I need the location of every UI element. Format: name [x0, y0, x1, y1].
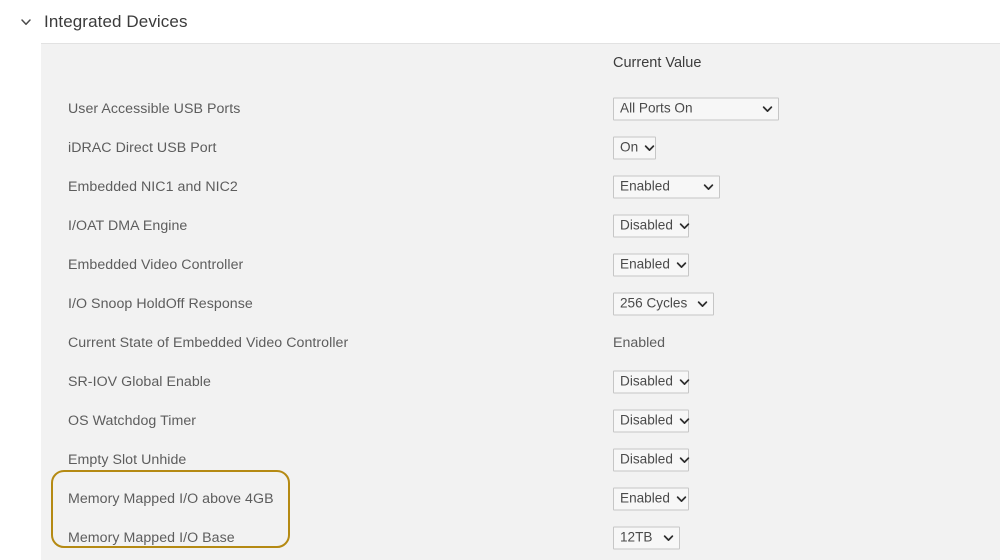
setting-control: All Ports On [613, 97, 779, 120]
settings-rows: User Accessible USB Ports All Ports On i… [41, 89, 1000, 557]
chevron-down-icon [762, 103, 773, 114]
select-value: Disabled [620, 374, 673, 389]
table-row: SR-IOV Global Enable Disabled [41, 362, 1000, 401]
setting-label: User Accessible USB Ports [68, 101, 240, 117]
chevron-down-icon [703, 181, 714, 192]
setting-label: iDRAC Direct USB Port [68, 140, 216, 156]
table-row: Embedded Video Controller Enabled [41, 245, 1000, 284]
io-snoop-holdoff-response-select[interactable]: 256 Cycles [613, 292, 714, 315]
select-value: Disabled [620, 452, 673, 467]
select-value: All Ports On [620, 101, 693, 116]
chevron-down-icon [679, 220, 690, 231]
chevron-down-icon[interactable] [18, 14, 34, 30]
chevron-down-icon [679, 376, 690, 387]
select-value: Enabled [620, 491, 670, 506]
setting-label: Memory Mapped I/O Base [68, 530, 235, 546]
table-row: Embedded NIC1 and NIC2 Enabled [41, 167, 1000, 206]
setting-control: Enabled [613, 487, 689, 510]
setting-label: Embedded NIC1 and NIC2 [68, 179, 238, 195]
select-value: Disabled [620, 218, 673, 233]
setting-control: Enabled [613, 175, 720, 198]
chevron-down-icon [644, 142, 655, 153]
table-row: Memory Mapped I/O above 4GB Enabled [41, 479, 1000, 518]
setting-control: 256 Cycles [613, 292, 714, 315]
section-header[interactable]: Integrated Devices [0, 0, 1000, 43]
setting-label: OS Watchdog Timer [68, 413, 196, 429]
select-value: Enabled [620, 257, 670, 272]
setting-control: On [613, 136, 656, 159]
os-watchdog-timer-select[interactable]: Disabled [613, 409, 689, 432]
memory-mapped-io-base-select[interactable]: 12TB [613, 526, 680, 549]
table-row: Empty Slot Unhide Disabled [41, 440, 1000, 479]
current-state-of-embedded-video-controller-value: Enabled [613, 335, 665, 351]
integrated-devices-panel: Current Value User Accessible USB Ports … [41, 43, 1000, 560]
table-row: OS Watchdog Timer Disabled [41, 401, 1000, 440]
ioat-dma-engine-select[interactable]: Disabled [613, 214, 689, 237]
table-row: iDRAC Direct USB Port On [41, 128, 1000, 167]
select-value: Disabled [620, 413, 673, 428]
setting-label: SR-IOV Global Enable [68, 374, 211, 390]
select-value: 256 Cycles [620, 296, 687, 311]
setting-label: I/O Snoop HoldOff Response [68, 296, 253, 312]
table-row: Memory Mapped I/O Base 12TB [41, 518, 1000, 557]
idrac-direct-usb-port-select[interactable]: On [613, 136, 656, 159]
setting-label: I/OAT DMA Engine [68, 218, 187, 234]
setting-control: Enabled [613, 335, 665, 351]
table-row: I/OAT DMA Engine Disabled [41, 206, 1000, 245]
section-title: Integrated Devices [44, 13, 188, 30]
setting-control: Disabled [613, 448, 689, 471]
embedded-nic1-and-nic2-select[interactable]: Enabled [613, 175, 720, 198]
select-value: Enabled [620, 179, 670, 194]
chevron-down-icon [697, 298, 708, 309]
setting-control: Enabled [613, 253, 689, 276]
chevron-down-icon [679, 415, 690, 426]
memory-mapped-io-above-4gb-select[interactable]: Enabled [613, 487, 689, 510]
setting-control: Disabled [613, 409, 689, 432]
empty-slot-unhide-select[interactable]: Disabled [613, 448, 689, 471]
chevron-down-icon [663, 532, 674, 543]
select-value: 12TB [620, 530, 653, 545]
setting-label: Current State of Embedded Video Controll… [68, 335, 348, 351]
chevron-down-icon [679, 454, 690, 465]
sr-iov-global-enable-select[interactable]: Disabled [613, 370, 689, 393]
table-row: User Accessible USB Ports All Ports On [41, 89, 1000, 128]
select-value: On [620, 140, 638, 155]
chevron-down-icon [676, 493, 687, 504]
embedded-video-controller-select[interactable]: Enabled [613, 253, 689, 276]
setting-label: Empty Slot Unhide [68, 452, 186, 468]
chevron-down-icon [676, 259, 687, 270]
setting-label: Memory Mapped I/O above 4GB [68, 491, 274, 507]
table-row: I/O Snoop HoldOff Response 256 Cycles [41, 284, 1000, 323]
current-value-column-header: Current Value [613, 55, 701, 71]
user-accessible-usb-ports-select[interactable]: All Ports On [613, 97, 779, 120]
table-row: Current State of Embedded Video Controll… [41, 323, 1000, 362]
setting-control: 12TB [613, 526, 680, 549]
setting-control: Disabled [613, 370, 689, 393]
setting-label: Embedded Video Controller [68, 257, 243, 273]
setting-control: Disabled [613, 214, 689, 237]
